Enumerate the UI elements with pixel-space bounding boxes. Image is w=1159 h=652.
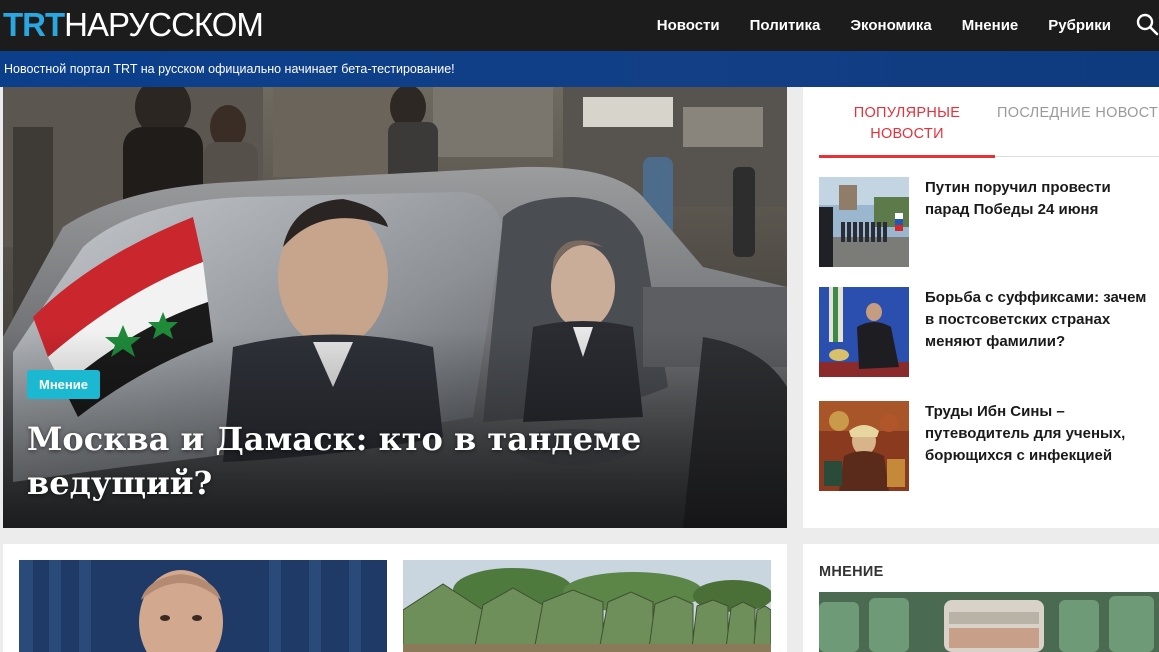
article-card-image[interactable] [19, 560, 387, 652]
logo-na-russkom: НАРУССКОМ [64, 6, 264, 43]
popular-news-item[interactable]: Труды Ибн Сины – путеводитель для ученых… [819, 401, 1159, 491]
news-item-title[interactable]: Путин поручил провести парад Победы 24 и… [925, 177, 1157, 221]
site-logo[interactable]: TRT НАРУССКОМ [3, 5, 264, 45]
nav-item-opinion[interactable]: Мнение [962, 17, 1019, 34]
hero-article[interactable]: Мнение Москва и Дамаск: кто в тандеме ве… [3, 87, 787, 528]
news-thumbnail [819, 401, 909, 491]
search-icon[interactable] [1135, 12, 1159, 36]
article-cards [3, 544, 787, 652]
section-title-opinion[interactable]: МНЕНИЕ [819, 564, 884, 580]
nav-item-economy[interactable]: Экономика [850, 17, 931, 34]
opinion-article-image[interactable] [819, 592, 1159, 652]
news-item-title[interactable]: Борьба с суффиксами: зачем в постсоветск… [925, 287, 1157, 353]
popular-news-item[interactable]: Путин поручил провести парад Победы 24 и… [819, 177, 1159, 267]
news-thumbnail [819, 177, 909, 267]
hero-category-tag[interactable]: Мнение [27, 370, 100, 399]
article-card-image[interactable] [403, 560, 771, 652]
announcement-bar[interactable]: Новостной портал TRT на русском официаль… [0, 51, 1159, 87]
sidebar-tabs: ПОПУЛЯРНЫЕ НОВОСТИ ПОСЛЕДНИЕ НОВОСТИ [819, 99, 1159, 159]
tab-popular-news[interactable]: ПОПУЛЯРНЫЕ НОВОСТИ [819, 103, 995, 145]
logo-trt: TRT [3, 6, 65, 43]
hero-headline[interactable]: Москва и Дамаск: кто в тандеме ведущий? [27, 417, 727, 505]
active-tab-indicator [819, 155, 995, 158]
site-header: TRT НАРУССКОМ Новости Политика Экономика … [0, 0, 1159, 51]
news-thumbnail [819, 287, 909, 377]
tab-latest-news[interactable]: ПОСЛЕДНИЕ НОВОСТИ [995, 103, 1159, 124]
nav-item-rubrics[interactable]: Рубрики [1048, 17, 1111, 34]
popular-news-item[interactable]: Борьба с суффиксами: зачем в постсоветск… [819, 287, 1159, 377]
tab-divider [995, 156, 1159, 157]
nav-item-politics[interactable]: Политика [750, 17, 821, 34]
opinion-section: МНЕНИЕ [803, 544, 1159, 652]
news-item-title[interactable]: Труды Ибн Сины – путеводитель для ученых… [925, 401, 1157, 467]
news-sidebar: ПОПУЛЯРНЫЕ НОВОСТИ ПОСЛЕДНИЕ НОВОСТИ Пут… [803, 87, 1159, 528]
nav-item-news[interactable]: Новости [657, 17, 720, 34]
main-nav: Новости Политика Экономика Мнение Рубрик… [627, 0, 1159, 51]
